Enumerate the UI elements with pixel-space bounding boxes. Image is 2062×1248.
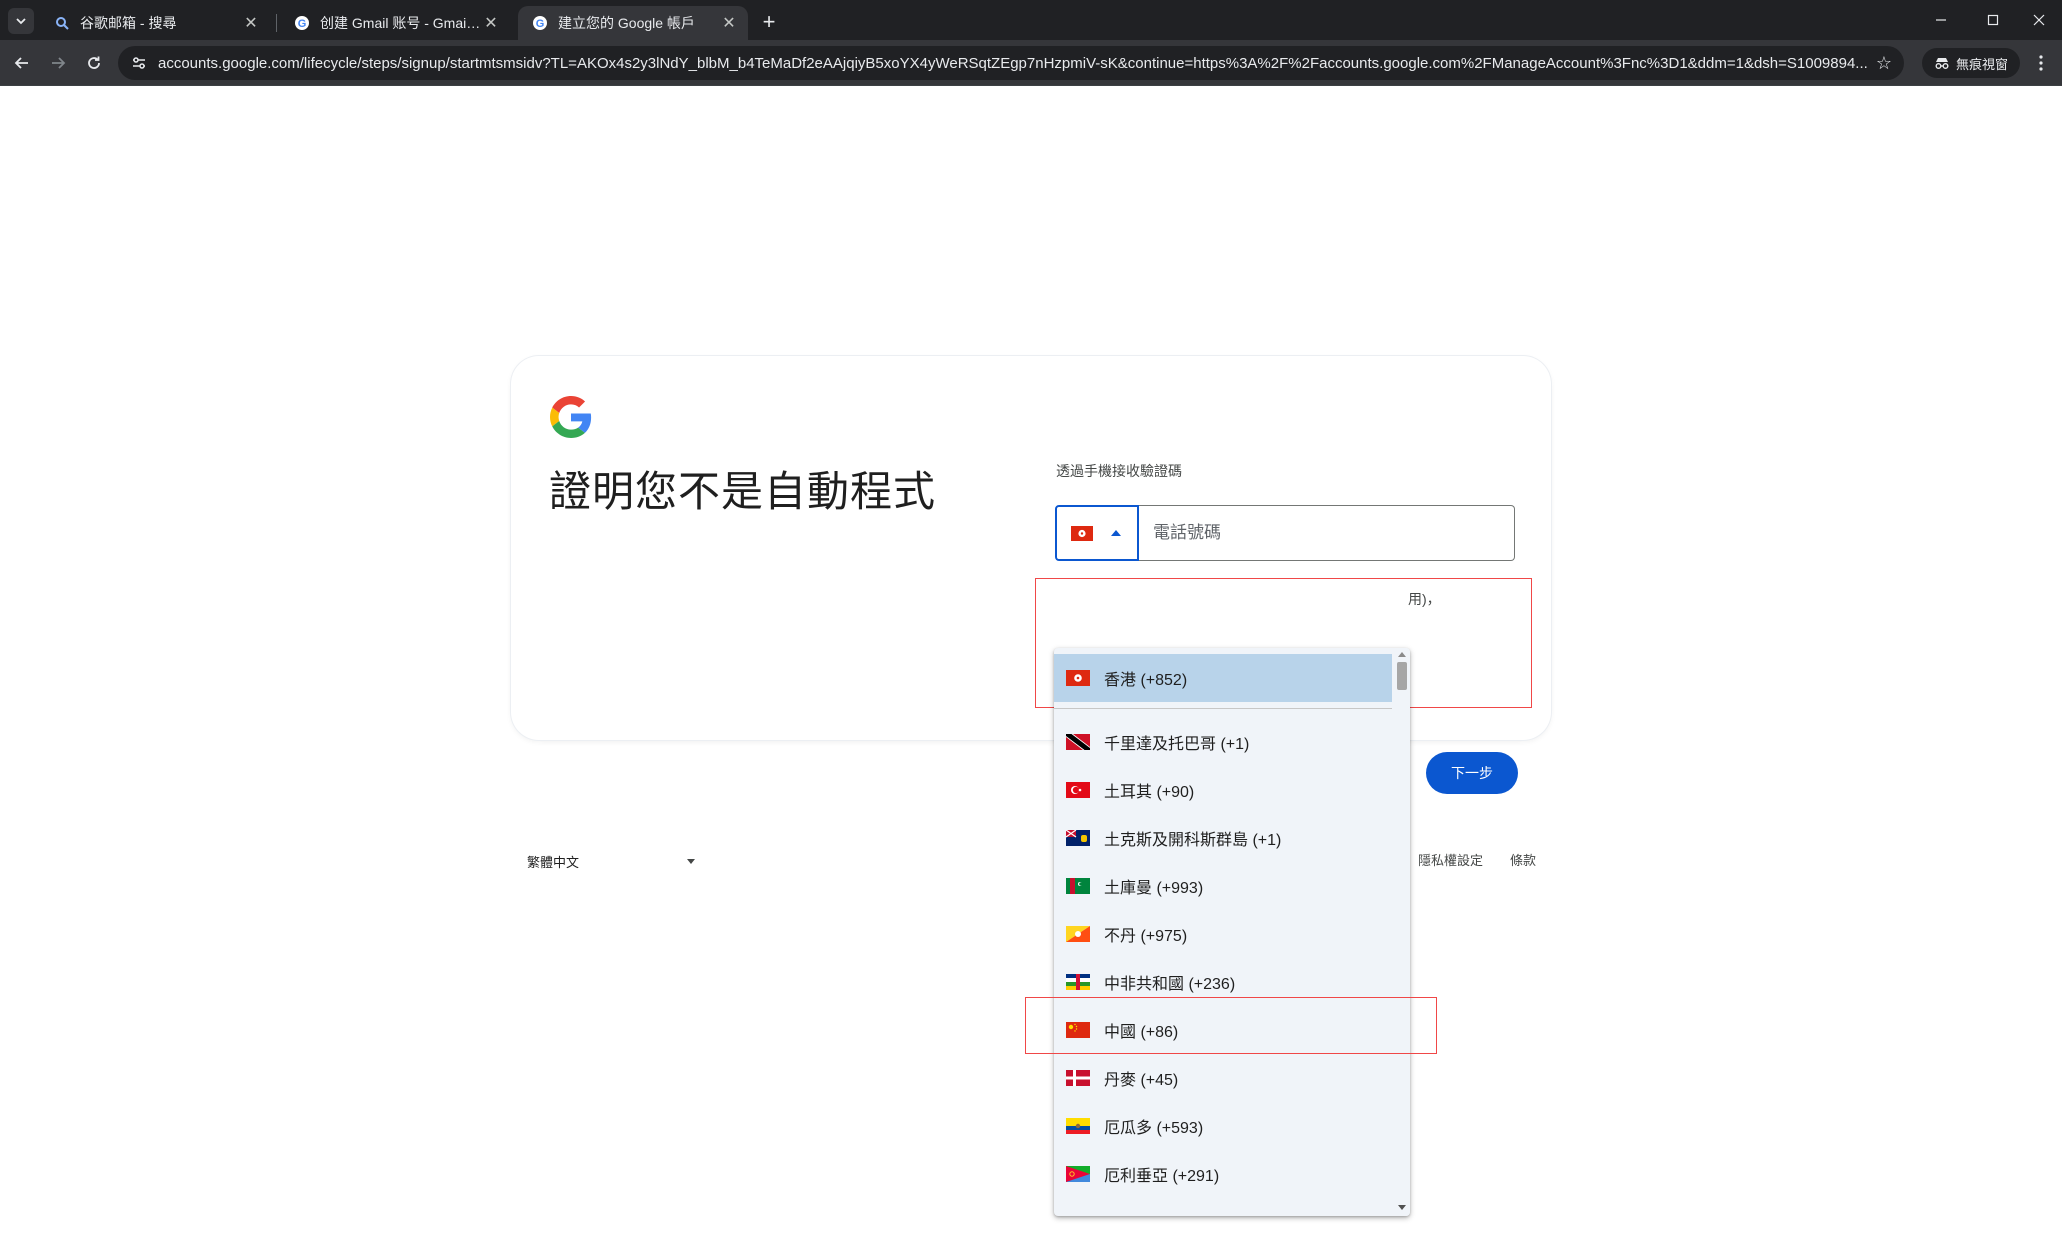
tm-flag-icon <box>1066 878 1090 894</box>
country-option[interactable]: 土耳其 (+90) <box>1054 766 1392 814</box>
more-menu-icon[interactable] <box>2028 50 2054 76</box>
scroll-thumb[interactable] <box>1397 662 1407 690</box>
country-option-label: 不丹 (+975) <box>1104 928 1188 945</box>
tab-gmail-help[interactable]: G 创建 Gmail 账号 - Gmail帮助 ✕ <box>280 6 510 40</box>
page-title: 證明您不是自動程式 <box>549 467 937 516</box>
phone-number-input[interactable] <box>1139 505 1515 561</box>
tab-search-button[interactable] <box>8 8 34 34</box>
scroll-down-icon[interactable] <box>1398 1205 1406 1210</box>
country-option-label: 厄瓜多 (+593) <box>1104 1120 1204 1137</box>
next-button[interactable]: 下一步 <box>1426 752 1518 794</box>
terms-link[interactable]: 條款 <box>1510 850 1536 869</box>
close-icon[interactable]: ✕ <box>242 14 260 32</box>
maximize-icon[interactable] <box>1970 0 2016 40</box>
incognito-icon <box>1935 58 1949 69</box>
country-option-label: 土耳其 (+90) <box>1104 784 1195 801</box>
incognito-label: 無痕視窗 <box>1956 56 2009 72</box>
country-option-selected[interactable]: 香港 (+852) <box>1054 654 1392 702</box>
er-flag-icon <box>1066 1166 1090 1182</box>
country-option[interactable]: 不丹 (+975) <box>1054 910 1392 958</box>
hk-flag-icon <box>1071 525 1093 541</box>
reload-icon[interactable] <box>80 49 108 77</box>
phone-field-label: 透過手機接收驗證碼 <box>1056 463 1182 479</box>
country-option[interactable]: 厄瓜多 (+593) <box>1054 1102 1392 1150</box>
hk-flag-icon <box>1066 670 1090 686</box>
country-option[interactable]: 土克斯及開科斯群島 (+1) <box>1054 814 1392 862</box>
country-option[interactable]: 厄利垂亞 (+291) <box>1054 1150 1392 1198</box>
google-icon: G <box>532 15 548 31</box>
country-option[interactable]: 千里達及托巴哥 (+1) <box>1054 718 1392 766</box>
tab-title: 创建 Gmail 账号 - Gmail帮助 <box>320 15 482 31</box>
country-option-label: 丹麥 (+45) <box>1104 1072 1179 1089</box>
country-option[interactable]: 土庫曼 (+993) <box>1054 862 1392 910</box>
tab-strip: 谷歌邮箱 - 搜尋 ✕ G 创建 Gmail 账号 - Gmail帮助 ✕ G … <box>0 0 2062 40</box>
google-logo <box>550 396 592 438</box>
site-info-icon[interactable] <box>128 52 150 74</box>
highlight-annotation-china <box>1025 997 1437 1054</box>
country-option-label: 土庫曼 (+993) <box>1104 880 1204 897</box>
tt-flag-icon <box>1066 734 1090 750</box>
language-label: 繁體中文 <box>527 854 580 870</box>
country-dropdown[interactable]: 香港 (+852) 千里達及托巴哥 (+1) 土耳其 (+90) 土克斯及開科斯… <box>1054 648 1410 1216</box>
close-icon[interactable]: ✕ <box>720 14 738 32</box>
browser-toolbar: accounts.google.com/lifecycle/steps/sign… <box>0 40 2062 86</box>
new-tab-button[interactable]: + <box>756 9 782 35</box>
caret-up-icon <box>1111 530 1121 536</box>
dropdown-arrow-icon <box>687 858 695 864</box>
url-text[interactable]: accounts.google.com/lifecycle/steps/sign… <box>158 55 1868 72</box>
tab-title: 建立您的 Google 帳戶 <box>558 15 695 31</box>
back-icon[interactable] <box>8 49 36 77</box>
bookmark-star-icon[interactable]: ☆ <box>1876 53 1892 74</box>
forward-icon[interactable] <box>44 49 72 77</box>
close-icon[interactable]: ✕ <box>482 14 500 32</box>
dropdown-divider <box>1054 708 1392 709</box>
tab-search[interactable]: 谷歌邮箱 - 搜尋 ✕ <box>40 6 270 40</box>
search-icon <box>54 15 70 31</box>
dk-flag-icon <box>1066 1070 1090 1086</box>
incognito-indicator[interactable]: 無痕視窗 <box>1922 48 2021 78</box>
country-option-label: 中非共和國 (+236) <box>1104 976 1236 993</box>
tab-separator <box>276 14 277 32</box>
language-selector[interactable]: 繁體中文 <box>527 850 695 872</box>
address-bar[interactable]: accounts.google.com/lifecycle/steps/sign… <box>118 46 1904 80</box>
bt-flag-icon <box>1066 926 1090 942</box>
tab-title: 谷歌邮箱 - 搜尋 <box>80 15 177 31</box>
scroll-up-icon[interactable] <box>1398 652 1406 657</box>
country-option-label: 香港 (+852) <box>1104 672 1188 689</box>
country-option-label: 千里達及托巴哥 (+1) <box>1104 736 1250 753</box>
country-option[interactable]: 丹麥 (+45) <box>1054 1054 1392 1102</box>
minimize-icon[interactable] <box>1918 0 1964 40</box>
cf-flag-icon <box>1066 974 1090 990</box>
svg-text:G: G <box>536 18 545 30</box>
tr-flag-icon <box>1066 782 1090 798</box>
country-code-selector[interactable] <box>1055 505 1139 561</box>
privacy-link[interactable]: 隱私權設定 <box>1418 850 1483 869</box>
country-option-label: 厄利垂亞 (+291) <box>1104 1168 1220 1185</box>
svg-text:G: G <box>298 18 307 30</box>
country-option-label: 土克斯及開科斯群島 (+1) <box>1104 832 1282 849</box>
chevron-down-icon <box>16 18 26 25</box>
tab-create-account[interactable]: G 建立您的 Google 帳戶 ✕ <box>518 6 748 40</box>
dropdown-scrollbar[interactable] <box>1394 648 1410 1216</box>
phone-number-row <box>1055 505 1515 561</box>
ec-flag-icon <box>1066 1118 1090 1134</box>
close-window-icon[interactable] <box>2016 0 2062 40</box>
tc-flag-icon <box>1066 830 1090 846</box>
google-icon: G <box>294 15 310 31</box>
